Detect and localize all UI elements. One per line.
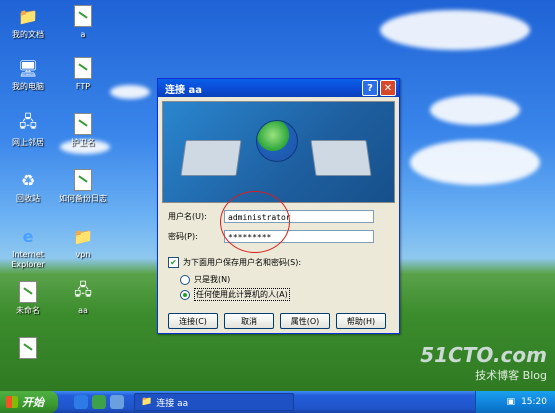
radio-selected-icon <box>180 289 190 300</box>
desktop-icon-label: Internet Explorer <box>11 250 45 269</box>
system-tray: ▣ 15:20 <box>475 391 555 413</box>
password-label: 密码(P): <box>168 232 198 241</box>
network-tray-icon[interactable]: ▣ <box>507 397 516 407</box>
document-icon <box>71 112 95 136</box>
radio-only-me-label: 只是我(N) <box>194 275 231 284</box>
desktop-icon-file[interactable]: 护卫名 <box>53 112 113 148</box>
desktop-icon-ftp[interactable]: FTP <box>53 56 113 92</box>
document-icon <box>71 168 95 192</box>
desktop-icon-document[interactable] <box>0 336 58 362</box>
recycle-bin-icon: ♻ <box>20 170 36 190</box>
desktop-icon-network[interactable]: 🖧 网上邻居 <box>0 112 58 148</box>
taskbar-item-label: 连接 aa <box>156 398 189 409</box>
dialog-banner <box>162 101 395 203</box>
desktop: 📁 我的文档 🖥 我的电脑 🖧 网上邻居 ♻ 回收站 e Internet Ex… <box>0 0 555 391</box>
desktop-icon-aa[interactable]: 🖧 aa <box>53 280 113 316</box>
username-label: 用户名(U): <box>168 212 207 221</box>
desktop-icon-label: 我的文档 <box>12 30 44 39</box>
taskbar: 开始 📁 连接 aa ▣ 15:20 <box>0 391 555 413</box>
network-icon: 🖧 <box>19 111 37 131</box>
desktop-icon-backup-log[interactable]: 如何备份日志 <box>53 168 113 204</box>
desktop-icon-label: FTP <box>75 82 91 91</box>
radio-anyone[interactable]: 任何使用此计算机的人(A) <box>180 288 290 301</box>
watermark-blog-cn: 技术博客 <box>475 369 520 382</box>
computer-icon: 🖥 <box>17 58 39 78</box>
desktop-icon-label: 护卫名 <box>71 138 95 147</box>
document-icon <box>71 56 95 80</box>
desktop-icon-label: 如何备份日志 <box>59 194 107 203</box>
desktop-icon-my-computer[interactable]: 🖥 我的电脑 <box>0 56 58 92</box>
folder-icon: 📁 <box>73 226 93 246</box>
watermark-blog-en: Blog <box>522 369 547 382</box>
document-icon <box>71 4 95 28</box>
clock[interactable]: 15:20 <box>521 397 547 407</box>
checkbox-check-icon: ✔ <box>168 257 179 268</box>
properties-button[interactable]: 属性(O) <box>280 313 330 329</box>
laptop-icon <box>180 140 242 176</box>
save-credentials-label: 为下面用户保存用户名和密码(S): <box>183 258 302 267</box>
desktop-icon-recycle-bin[interactable]: ♻ 回收站 <box>0 168 58 204</box>
desktop-icon-label: aa <box>78 306 88 315</box>
cloud <box>380 10 530 50</box>
dialog-titlebar[interactable]: 连接 aa ? ✕ <box>158 79 399 97</box>
document-icon <box>16 280 40 304</box>
help-icon[interactable]: ? <box>362 80 378 96</box>
desktop-icon-label: 未命名 <box>16 306 40 315</box>
radio-icon <box>180 274 190 285</box>
desktop-icon-label: 回收站 <box>16 194 40 203</box>
desktop-icon-internet-explorer[interactable]: e Internet Explorer <box>0 224 58 270</box>
folder-icon: 📁 <box>18 6 38 26</box>
save-credentials-checkbox[interactable]: ✔ 为下面用户保存用户名和密码(S): <box>168 257 301 268</box>
cloud <box>110 85 150 99</box>
radio-anyone-label: 任何使用此计算机的人(A) <box>194 288 290 301</box>
radio-only-me[interactable]: 只是我(N) <box>180 274 230 285</box>
desktop-icon-my-documents[interactable]: 📁 我的文档 <box>0 4 58 40</box>
desktop-icon-label: 我的电脑 <box>12 82 44 91</box>
network-connection-icon: 🖧 <box>74 279 92 299</box>
desktop-icon-a[interactable]: a <box>53 4 113 40</box>
windows-logo-icon <box>6 396 18 408</box>
document-icon <box>16 336 40 360</box>
desktop-icon-label: 网上邻居 <box>12 138 44 147</box>
desktop-icon-unnamed[interactable]: 未命名 <box>0 280 58 316</box>
help-button[interactable]: 帮助(H) <box>336 313 386 329</box>
start-label: 开始 <box>22 396 44 409</box>
desktop-icon-label: vpn <box>75 250 91 259</box>
show-desktop-icon[interactable] <box>110 395 124 409</box>
start-button[interactable]: 开始 <box>0 391 58 413</box>
ie-quicklaunch-icon[interactable] <box>74 395 88 409</box>
laptop-icon <box>310 140 372 176</box>
folder-icon: 📁 <box>141 397 153 407</box>
globe-icon <box>256 120 298 162</box>
connect-button[interactable]: 连接(C) <box>168 313 218 329</box>
internet-explorer-icon: e <box>22 226 34 246</box>
taskbar-item-connect-aa[interactable]: 📁 连接 aa <box>134 393 294 411</box>
annotation-circle <box>220 191 290 253</box>
watermark: 51CTO.com 技术博客 Blog <box>420 343 547 383</box>
dialog-title: 连接 aa <box>165 84 202 96</box>
watermark-site: 51CTO.com <box>420 343 547 367</box>
media-quicklaunch-icon[interactable] <box>92 395 106 409</box>
cancel-button[interactable]: 取消 <box>224 313 274 329</box>
cloud <box>410 140 540 185</box>
close-icon[interactable]: ✕ <box>380 80 396 96</box>
cloud <box>430 95 520 125</box>
desktop-icon-vpn[interactable]: 📁 vpn <box>53 224 113 260</box>
desktop-icon-label: a <box>80 30 86 39</box>
